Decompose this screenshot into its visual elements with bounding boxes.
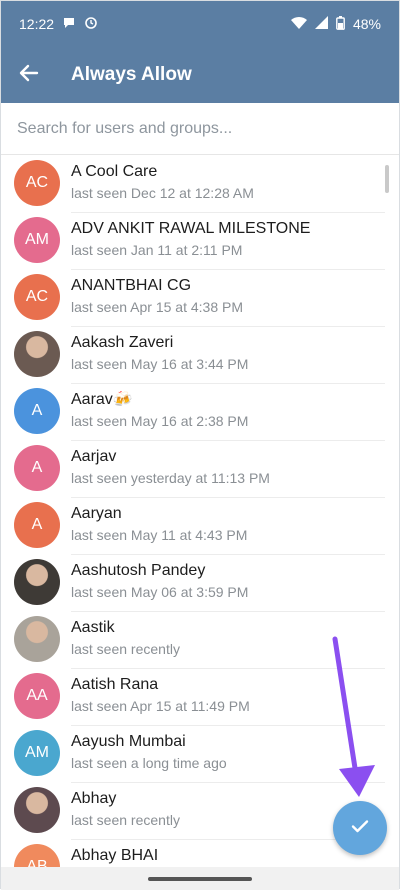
contact-name: Aarav🍻 <box>71 391 133 408</box>
contact-name: Aaryan <box>71 505 122 522</box>
avatar-photo <box>14 616 60 662</box>
contact-row[interactable]: A Aarjav last seen yesterday at 11:13 PM <box>1 440 399 498</box>
avatar: AM <box>14 730 60 776</box>
contact-row[interactable]: A Aaryan last seen May 11 at 4:43 PM <box>1 497 399 555</box>
contact-status: last seen yesterday at 11:13 PM <box>71 470 270 486</box>
avatar: AM <box>14 217 60 263</box>
message-icon <box>62 16 76 33</box>
app-bar: Always Allow <box>1 47 399 103</box>
avatar: A <box>14 388 60 434</box>
contact-text: Aakash Zaveri last seen May 16 at 3:44 PM <box>71 334 385 384</box>
battery-icon <box>336 15 345 33</box>
contact-text: ADV ANKIT RAWAL MILESTONE last seen Jan 1… <box>71 220 385 270</box>
home-handle[interactable] <box>148 876 252 881</box>
avatar-photo <box>14 331 60 377</box>
contact-text: Aashutosh Pandey last seen May 06 at 3:59… <box>71 562 385 612</box>
contact-text: ANANTBHAI CG last seen Apr 15 at 4:38 PM <box>71 277 385 327</box>
contact-text: Aaryan last seen May 11 at 4:43 PM <box>71 505 385 555</box>
scrollbar[interactable] <box>385 165 389 193</box>
avatar: AB <box>14 844 60 867</box>
contact-name: Abhay BHAI <box>71 847 159 864</box>
contact-name: Aakash Zaveri <box>71 334 174 351</box>
contact-row[interactable]: AM ADV ANKIT RAWAL MILESTONE last seen Jan… <box>1 212 399 270</box>
avatar: AC <box>14 274 60 320</box>
contact-status: last seen May 16 at 2:38 PM <box>71 413 249 429</box>
avatar: AC <box>14 160 60 206</box>
contact-text: Aarjav last seen yesterday at 11:13 PM <box>71 448 385 498</box>
contact-row[interactable]: AC ANANTBHAI CG last seen Apr 15 at 4:38 P… <box>1 269 399 327</box>
search-bar <box>1 103 399 155</box>
contact-status: last seen Apr 15 at 4:38 PM <box>71 299 243 315</box>
contact-text: Abhay BHAI <box>71 847 385 867</box>
contact-name: A Cool Care <box>71 163 158 180</box>
status-bar: 12:22 48% <box>1 1 399 47</box>
signal-icon <box>314 16 328 32</box>
contact-status: last seen Jan 11 at 2:11 PM <box>71 242 243 258</box>
contact-status: last seen May 16 at 3:44 PM <box>71 356 249 372</box>
nav-bar <box>1 867 399 890</box>
avatar: AA <box>14 673 60 719</box>
contact-name: Aashutosh Pandey <box>71 562 206 579</box>
contact-name: ANANTBHAI CG <box>71 277 192 294</box>
avatar: A <box>14 445 60 491</box>
avatar: A <box>14 502 60 548</box>
contact-row[interactable]: A Aarav🍻 last seen May 16 at 2:38 PM <box>1 383 399 441</box>
contact-row[interactable]: Aakash Zaveri last seen May 16 at 3:44 PM <box>1 326 399 384</box>
avatar-photo <box>14 787 60 833</box>
status-time: 12:22 <box>19 16 55 32</box>
confirm-fab[interactable] <box>333 801 387 855</box>
page-title: Always Allow <box>71 64 192 85</box>
status-bar-right: 48% <box>290 15 381 33</box>
contact-name: ADV ANKIT RAWAL MILESTONE <box>71 220 311 237</box>
wifi-icon <box>290 16 307 33</box>
check-icon <box>349 815 371 842</box>
arrow-left-icon <box>19 63 39 88</box>
contact-text: Aarav🍻 last seen May 16 at 2:38 PM <box>71 391 385 441</box>
battery-percent: 48% <box>352 16 381 32</box>
status-bar-left: 12:22 <box>19 16 98 33</box>
back-button[interactable] <box>1 47 57 103</box>
contact-row[interactable]: Aashutosh Pandey last seen May 06 at 3:59… <box>1 554 399 612</box>
contact-status: last seen May 11 at 4:43 PM <box>71 527 248 543</box>
clock-icon <box>84 16 98 33</box>
contact-text: A Cool Care last seen Dec 12 at 12:28 AM <box>71 163 385 213</box>
annotation-arrow <box>332 636 375 797</box>
contact-name: Aarjav <box>71 448 117 465</box>
contact-status: last seen May 06 at 3:59 PM <box>71 584 249 600</box>
contact-status: last seen Dec 12 at 12:28 AM <box>71 185 254 201</box>
contact-row[interactable]: AC A Cool Care last seen Dec 12 at 12:28 A… <box>1 155 399 213</box>
search-input[interactable] <box>1 103 399 154</box>
avatar-photo <box>14 559 60 605</box>
